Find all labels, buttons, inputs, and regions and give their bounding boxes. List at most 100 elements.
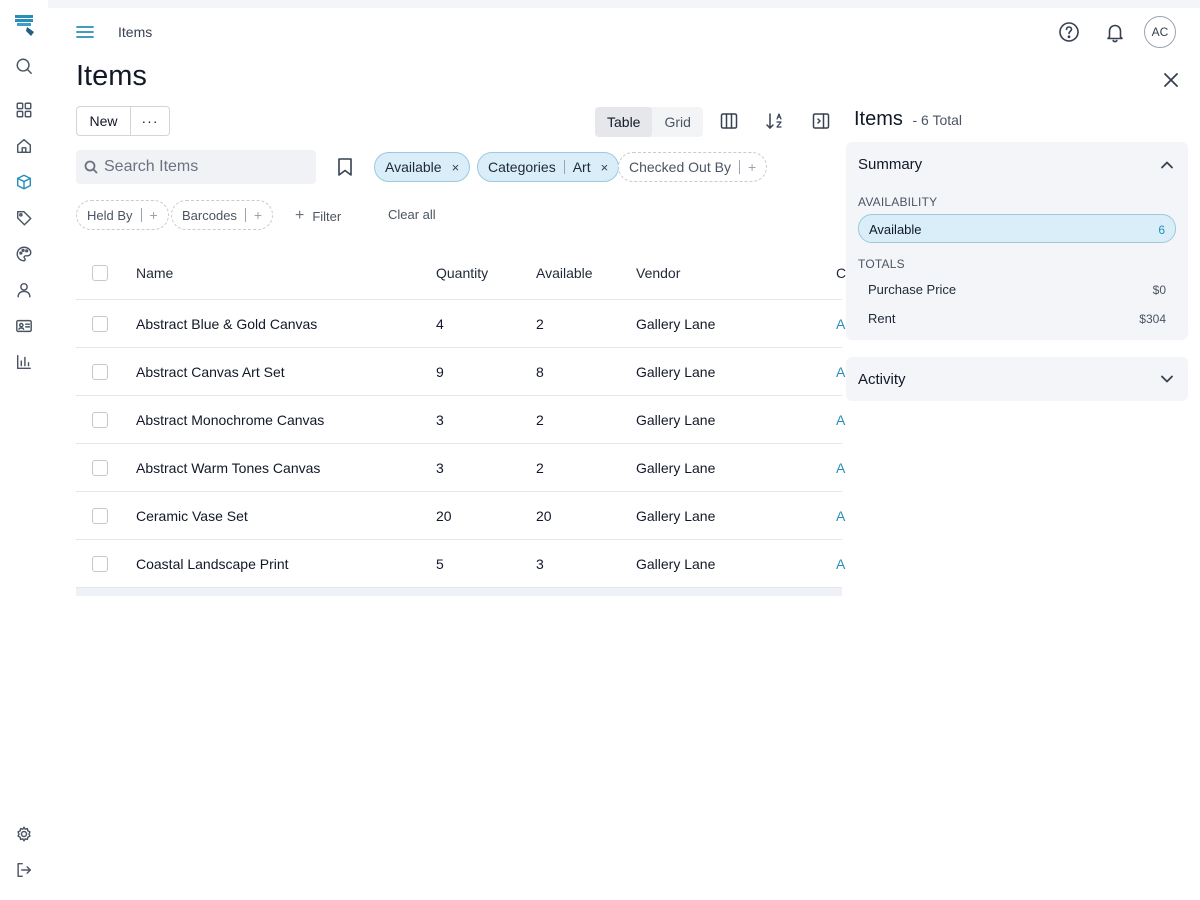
view-grid-button[interactable]: Grid [652, 107, 702, 137]
chevron-up-icon[interactable] [1160, 158, 1174, 172]
item-vendor: Gallery Lane [636, 411, 716, 428]
row-checkbox[interactable] [92, 315, 108, 332]
column-header-category[interactable]: C [836, 265, 846, 281]
sort-icon[interactable] [765, 111, 785, 131]
item-available: 2 [536, 315, 544, 332]
box-icon[interactable] [14, 172, 34, 192]
item-name[interactable]: Coastal Landscape Print [136, 556, 289, 572]
item-vendor: Gallery Lane [636, 555, 716, 572]
new-button[interactable]: New [77, 107, 131, 135]
item-quantity: 4 [436, 315, 444, 332]
item-name[interactable]: Abstract Monochrome Canvas [136, 412, 324, 428]
column-header-name[interactable]: Name [136, 265, 173, 281]
availability-filter-available[interactable]: Available 6 [858, 214, 1176, 243]
row-checkbox[interactable] [92, 363, 108, 380]
bookmark-icon[interactable] [336, 157, 354, 177]
item-quantity: 9 [436, 363, 444, 380]
item-name[interactable]: Abstract Canvas Art Set [136, 364, 285, 380]
dashboard-icon[interactable] [14, 100, 34, 120]
tag-icon[interactable] [14, 208, 34, 228]
availability-section-label: AVAILABILITY [858, 195, 938, 209]
row-checkbox[interactable] [92, 459, 108, 476]
column-header-quantity[interactable]: Quantity [436, 265, 488, 281]
activity-card[interactable]: Activity [846, 357, 1188, 401]
chip-value: Art [572, 159, 591, 175]
help-icon[interactable] [1058, 21, 1080, 43]
table-header: Name Quantity Available Vendor C [76, 246, 846, 300]
palette-icon[interactable] [14, 244, 34, 264]
select-all-checkbox[interactable] [92, 264, 108, 281]
sidebar-rail [0, 0, 48, 900]
column-header-vendor[interactable]: Vendor [636, 265, 680, 281]
row-checkbox[interactable] [92, 555, 108, 572]
column-header-available[interactable]: Available [536, 265, 593, 281]
remove-filter-icon[interactable]: × [452, 160, 460, 175]
logout-icon[interactable] [14, 860, 34, 880]
close-icon[interactable] [1164, 73, 1178, 87]
gear-icon[interactable] [14, 824, 34, 844]
total-row-purchase-price: Purchase Price $0 [868, 282, 1166, 297]
chip-divider [563, 160, 565, 174]
table-row[interactable]: Abstract Monochrome Canvas 3 2 Gallery L… [76, 396, 845, 444]
add-filter-icon: + [253, 207, 263, 223]
item-name[interactable]: Ceramic Vase Set [136, 508, 248, 524]
chevron-down-icon[interactable] [1160, 372, 1174, 386]
filter-chip-categories[interactable]: Categories Art × [477, 152, 620, 182]
item-category-link[interactable]: A [836, 316, 845, 332]
user-icon[interactable] [14, 280, 34, 300]
menu-icon[interactable] [76, 24, 94, 40]
id-card-icon[interactable] [14, 316, 34, 336]
more-options-button[interactable]: ··· [131, 107, 169, 135]
chip-label: Checked Out By [629, 159, 731, 175]
filter-chip-held-by[interactable]: Held By + [76, 200, 169, 230]
row-checkbox[interactable] [92, 507, 108, 524]
bell-icon[interactable] [1104, 21, 1126, 43]
logo-icon[interactable] [12, 12, 38, 38]
item-category-link[interactable]: A [836, 364, 845, 380]
item-category-link[interactable]: A [836, 508, 845, 524]
columns-icon[interactable] [719, 111, 739, 131]
item-category-link[interactable]: A [836, 556, 845, 572]
search-box [76, 150, 316, 184]
search-icon [84, 160, 98, 174]
filter-chip-available[interactable]: Available × [374, 152, 471, 182]
availability-label: Available [869, 222, 922, 237]
filter-chip-checked-out-by[interactable]: Checked Out By + [618, 152, 768, 182]
avatar[interactable]: AC [1144, 16, 1176, 48]
total-label: Rent [868, 311, 896, 326]
bar-chart-icon[interactable] [14, 352, 34, 372]
table-row[interactable]: Abstract Blue & Gold Canvas 4 2 Gallery … [76, 300, 845, 348]
chip-divider [140, 208, 142, 222]
filter-chip-barcodes[interactable]: Barcodes + [171, 200, 274, 230]
search-icon[interactable] [14, 56, 34, 76]
add-filter-button[interactable]: + Filter [295, 207, 341, 225]
item-category-link[interactable]: A [836, 460, 845, 476]
table-row[interactable]: Abstract Canvas Art Set 9 8 Gallery Lane… [76, 348, 845, 396]
breadcrumb[interactable]: Items [118, 24, 152, 40]
chip-divider [738, 160, 740, 174]
home-icon[interactable] [14, 136, 34, 156]
remove-filter-icon[interactable]: × [601, 160, 609, 175]
row-checkbox[interactable] [92, 411, 108, 428]
view-toggle: Table Grid [595, 107, 703, 137]
item-name[interactable]: Abstract Blue & Gold Canvas [136, 316, 317, 332]
item-available: 8 [536, 363, 544, 380]
summary-card: Summary AVAILABILITY Available 6 TOTALS … [846, 142, 1188, 340]
panel-toggle-icon[interactable] [811, 111, 831, 131]
chip-divider [244, 208, 246, 222]
item-available: 2 [536, 411, 544, 428]
table-horizontal-scrollbar[interactable] [76, 588, 842, 596]
item-name[interactable]: Abstract Warm Tones Canvas [136, 460, 320, 476]
availability-count: 6 [1158, 223, 1165, 237]
table-row[interactable]: Abstract Warm Tones Canvas 3 2 Gallery L… [76, 444, 845, 492]
view-table-button[interactable]: Table [595, 107, 653, 137]
clear-all-button[interactable]: Clear all [388, 207, 436, 222]
item-available: 20 [536, 507, 552, 524]
search-input[interactable] [104, 158, 304, 176]
activity-header[interactable]: Activity [858, 371, 906, 388]
table-row[interactable]: Coastal Landscape Print 5 3 Gallery Lane… [76, 540, 845, 588]
item-quantity: 5 [436, 555, 444, 572]
summary-header[interactable]: Summary [858, 156, 922, 173]
item-category-link[interactable]: A [836, 412, 845, 428]
table-row[interactable]: Ceramic Vase Set 20 20 Gallery Lane A [76, 492, 845, 540]
